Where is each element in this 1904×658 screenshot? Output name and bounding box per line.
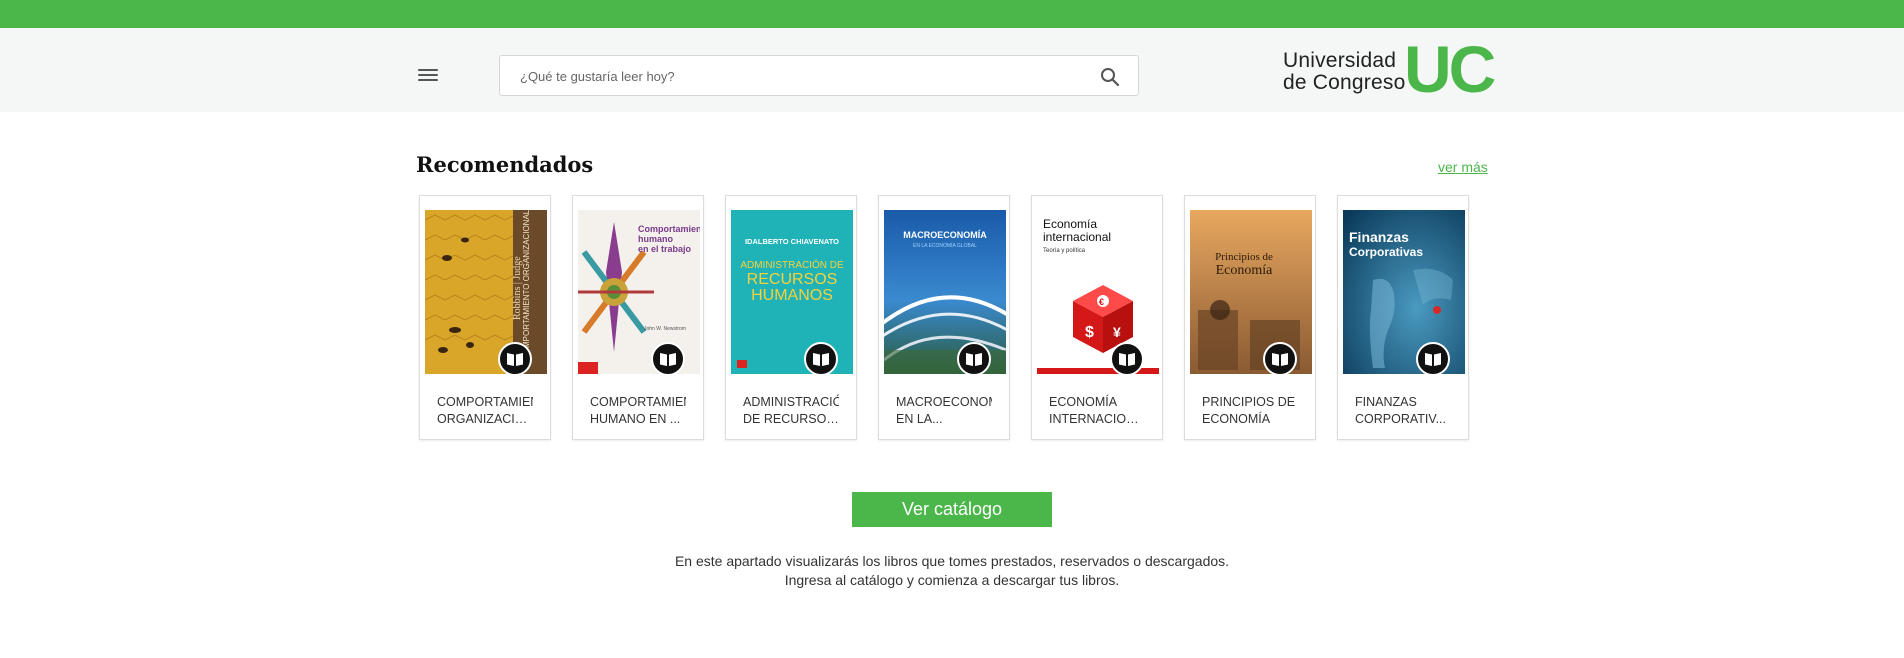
logo-line-1: Universidad: [1283, 49, 1397, 72]
logo-text: Universidad de Congreso: [1283, 50, 1405, 94]
view-catalog-button[interactable]: Ver catálogo: [852, 492, 1052, 527]
cover-title-text: Finanzas: [1349, 229, 1409, 245]
book-title-line-1: ADMINISTRACIÓN: [743, 395, 839, 409]
section-title: Recomendados: [416, 152, 594, 177]
book-title: ECONOMÍA INTERNACIONAL: [1049, 394, 1145, 428]
svg-text:$: $: [1085, 324, 1094, 341]
book-card[interactable]: COMPORTAMIENTO ORGANIZACIONAL Robbins | …: [419, 195, 551, 440]
book-title-line-1: COMPORTAMIENTO: [437, 395, 533, 409]
book-read-icon[interactable]: [957, 342, 991, 376]
book-title: PRINCIPIOS DE ECONOMÍA: [1202, 394, 1298, 428]
cover-title-text: internacional: [1043, 230, 1111, 244]
cover-author-text: John W. Newstrom: [644, 326, 686, 332]
book-title: FINANZAS CORPORATIV...: [1355, 394, 1451, 428]
info-text: En este apartado visualizarás los libros…: [674, 553, 1230, 588]
search-icon[interactable]: [1100, 67, 1120, 87]
cover-subtitle-text: Teoría y política: [1043, 248, 1086, 254]
book-card[interactable]: Comportamiento humano en el trabajo John…: [572, 195, 704, 440]
book-title-line-2: INTERNACIONAL: [1049, 412, 1145, 426]
book-title-line-2: DE RECURSOS...: [743, 412, 839, 426]
cover-title-text: Economía: [1043, 217, 1097, 231]
hamburger-menu-icon[interactable]: [416, 66, 440, 86]
cover-title-text: Comportamiento: [638, 224, 700, 234]
logo-line-2: de Congreso: [1283, 71, 1406, 94]
book-card[interactable]: Finanzas Corporativas FINANZAS CORPORATI…: [1337, 195, 1469, 440]
book-read-icon[interactable]: [1263, 342, 1297, 376]
svg-text:€: €: [1099, 297, 1104, 307]
top-brand-bar: [0, 0, 1904, 28]
book-title-line-1: FINANZAS: [1355, 395, 1417, 409]
book-card[interactable]: IDALBERTO CHIAVENATO ADMINISTRACIÓN DE R…: [725, 195, 857, 440]
book-title-line-2: EN LA...: [896, 412, 943, 426]
book-title: ADMINISTRACIÓN DE RECURSOS...: [743, 394, 839, 428]
cover-title-text: humano: [638, 234, 674, 244]
book-title-line-2: ECONOMÍA: [1202, 412, 1271, 426]
book-card[interactable]: Economía internacional Teoría y política…: [1031, 195, 1163, 440]
book-read-icon[interactable]: [804, 342, 838, 376]
book-read-icon[interactable]: [651, 342, 685, 376]
cover-title-text: RECURSOS: [747, 271, 838, 288]
book-title-line-2: ORGANIZACIONAL: [437, 412, 533, 426]
book-read-icon[interactable]: [1416, 342, 1450, 376]
cover-title-text: Economía: [1216, 263, 1274, 278]
book-title-line-1: MACROECONOMÍA: [896, 395, 992, 409]
book-title: MACROECONOMÍA EN LA...: [896, 394, 992, 428]
see-more-link[interactable]: ver más: [1438, 159, 1488, 175]
cover-title-text: Corporativas: [1349, 245, 1423, 259]
cover-author-text: Robbins | Judge: [512, 256, 523, 320]
book-title-line-2: CORPORATIV...: [1355, 412, 1446, 426]
book-title-line-1: COMPORTAMIENTO: [590, 395, 686, 409]
cover-title-text: en el trabajo: [638, 244, 692, 254]
book-read-icon[interactable]: [1110, 342, 1144, 376]
search-bar: [499, 55, 1139, 97]
cover-title-text: ADMINISTRACIÓN DE: [740, 258, 844, 271]
book-card[interactable]: Principios de Economía PRINCIPIOS DE ECO…: [1184, 195, 1316, 440]
cover-title-text: EN LA ECONOMÍA GLOBAL: [913, 242, 977, 249]
cover-title-text: HUMANOS: [751, 287, 833, 304]
cover-title-text: COMPORTAMIENTO ORGANIZACIONAL: [522, 210, 531, 360]
svg-text:¥: ¥: [1113, 324, 1121, 340]
logo-mark: UC: [1404, 32, 1496, 106]
cover-title-text: Principios de: [1215, 251, 1273, 263]
book-title-line-2: HUMANO EN ...: [590, 412, 681, 426]
book-title: COMPORTAMIENTO ORGANIZACIONAL: [437, 394, 533, 428]
book-read-icon[interactable]: [498, 342, 532, 376]
university-logo[interactable]: Universidad de Congreso UC: [1283, 34, 1496, 104]
book-title-line-1: PRINCIPIOS DE: [1202, 395, 1296, 409]
search-input[interactable]: [518, 56, 1082, 97]
book-title: COMPORTAMIENTO HUMANO EN ...: [590, 394, 686, 428]
cover-title-text: MACROECONOMÍA: [903, 230, 987, 240]
book-title-line-1: ECONOMÍA: [1049, 395, 1118, 409]
cover-author-text: IDALBERTO CHIAVENATO: [745, 237, 839, 246]
book-card[interactable]: MACROECONOMÍA EN LA ECONOMÍA GLOBAL MACR…: [878, 195, 1010, 440]
